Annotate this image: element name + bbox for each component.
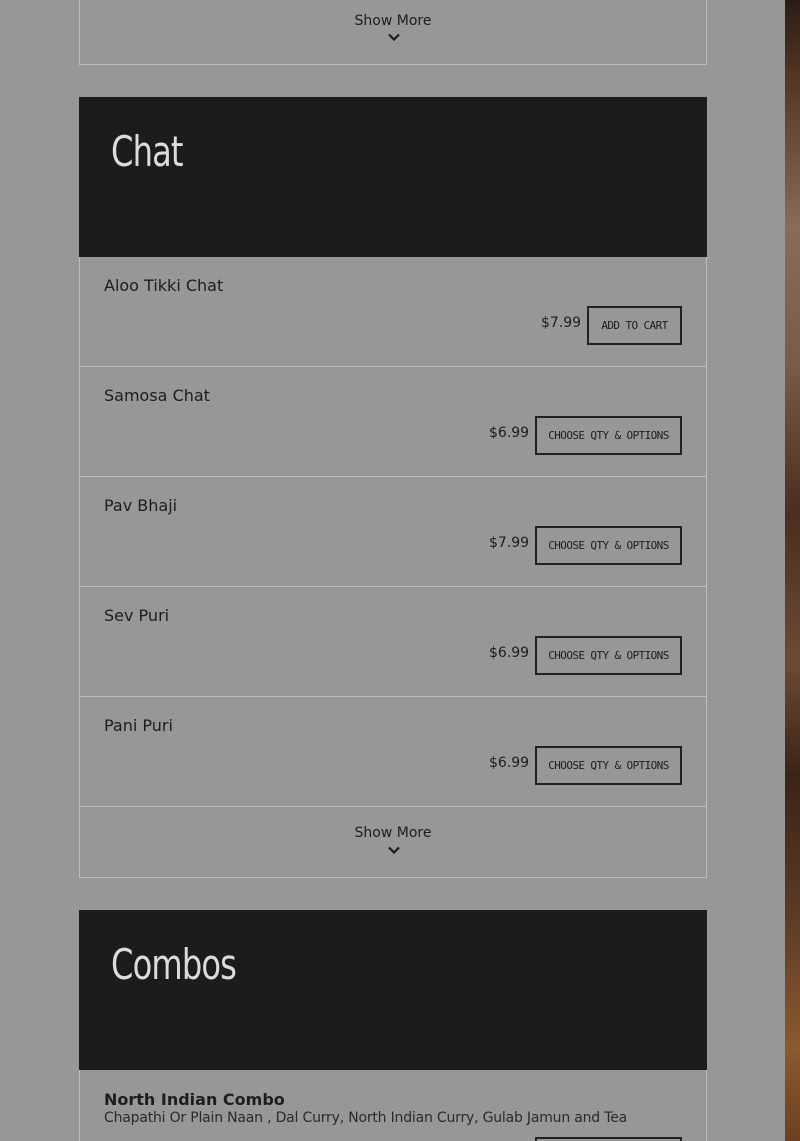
show-more-previous[interactable]: Show More [79, 0, 707, 65]
menu-item: Sev Puri $6.99 CHOOSE QTY & OPTIONS [79, 587, 707, 697]
item-name: North Indian Combo [104, 1090, 285, 1109]
choose-options-button[interactable]: CHOOSE QTY & OPTIONS [535, 416, 682, 455]
chevron-down-icon [388, 846, 400, 854]
item-name: Pani Puri [104, 716, 173, 735]
choose-options-button[interactable] [535, 1137, 682, 1141]
item-price: $7.99 [541, 315, 582, 331]
item-price: $6.99 [489, 645, 530, 661]
menu-item: North Indian Combo Chapathi Or Plain Naa… [79, 1070, 707, 1141]
choose-options-button[interactable]: CHOOSE QTY & OPTIONS [535, 636, 682, 675]
menu-item: Aloo Tikki Chat $7.99 ADD TO CART [79, 257, 707, 367]
chevron-down-icon [388, 33, 400, 41]
choose-options-button[interactable]: CHOOSE QTY & OPTIONS [535, 746, 682, 785]
add-to-cart-button[interactable]: ADD TO CART [587, 306, 682, 345]
category-header-chat: Chat [79, 97, 707, 257]
item-price: $7.99 [489, 535, 530, 551]
item-name: Samosa Chat [104, 386, 210, 405]
menu-column: Show More Chat Aloo Tikki Chat $7.99 ADD… [79, 0, 707, 1141]
category-header-combos: Combos [79, 910, 707, 1070]
item-price: $6.99 [489, 425, 530, 441]
category-title: Combos [111, 940, 237, 989]
item-name: Aloo Tikki Chat [104, 276, 224, 295]
menu-item: Samosa Chat $6.99 CHOOSE QTY & OPTIONS [79, 367, 707, 477]
item-price: $6.99 [489, 755, 530, 771]
category-title: Chat [111, 127, 184, 176]
item-name: Sev Puri [104, 606, 170, 625]
item-description: Chapathi Or Plain Naan , Dal Curry, Nort… [104, 1110, 628, 1126]
show-more-label: Show More [354, 13, 432, 29]
choose-options-button[interactable]: CHOOSE QTY & OPTIONS [535, 526, 682, 565]
show-more-chat[interactable]: Show More [79, 807, 707, 878]
item-name: Pav Bhaji [104, 496, 178, 515]
menu-item: Pani Puri $6.99 CHOOSE QTY & OPTIONS [79, 697, 707, 807]
show-more-label: Show More [354, 825, 432, 841]
menu-item: Pav Bhaji $7.99 CHOOSE QTY & OPTIONS [79, 477, 707, 587]
background-photo-strip [785, 0, 800, 1141]
